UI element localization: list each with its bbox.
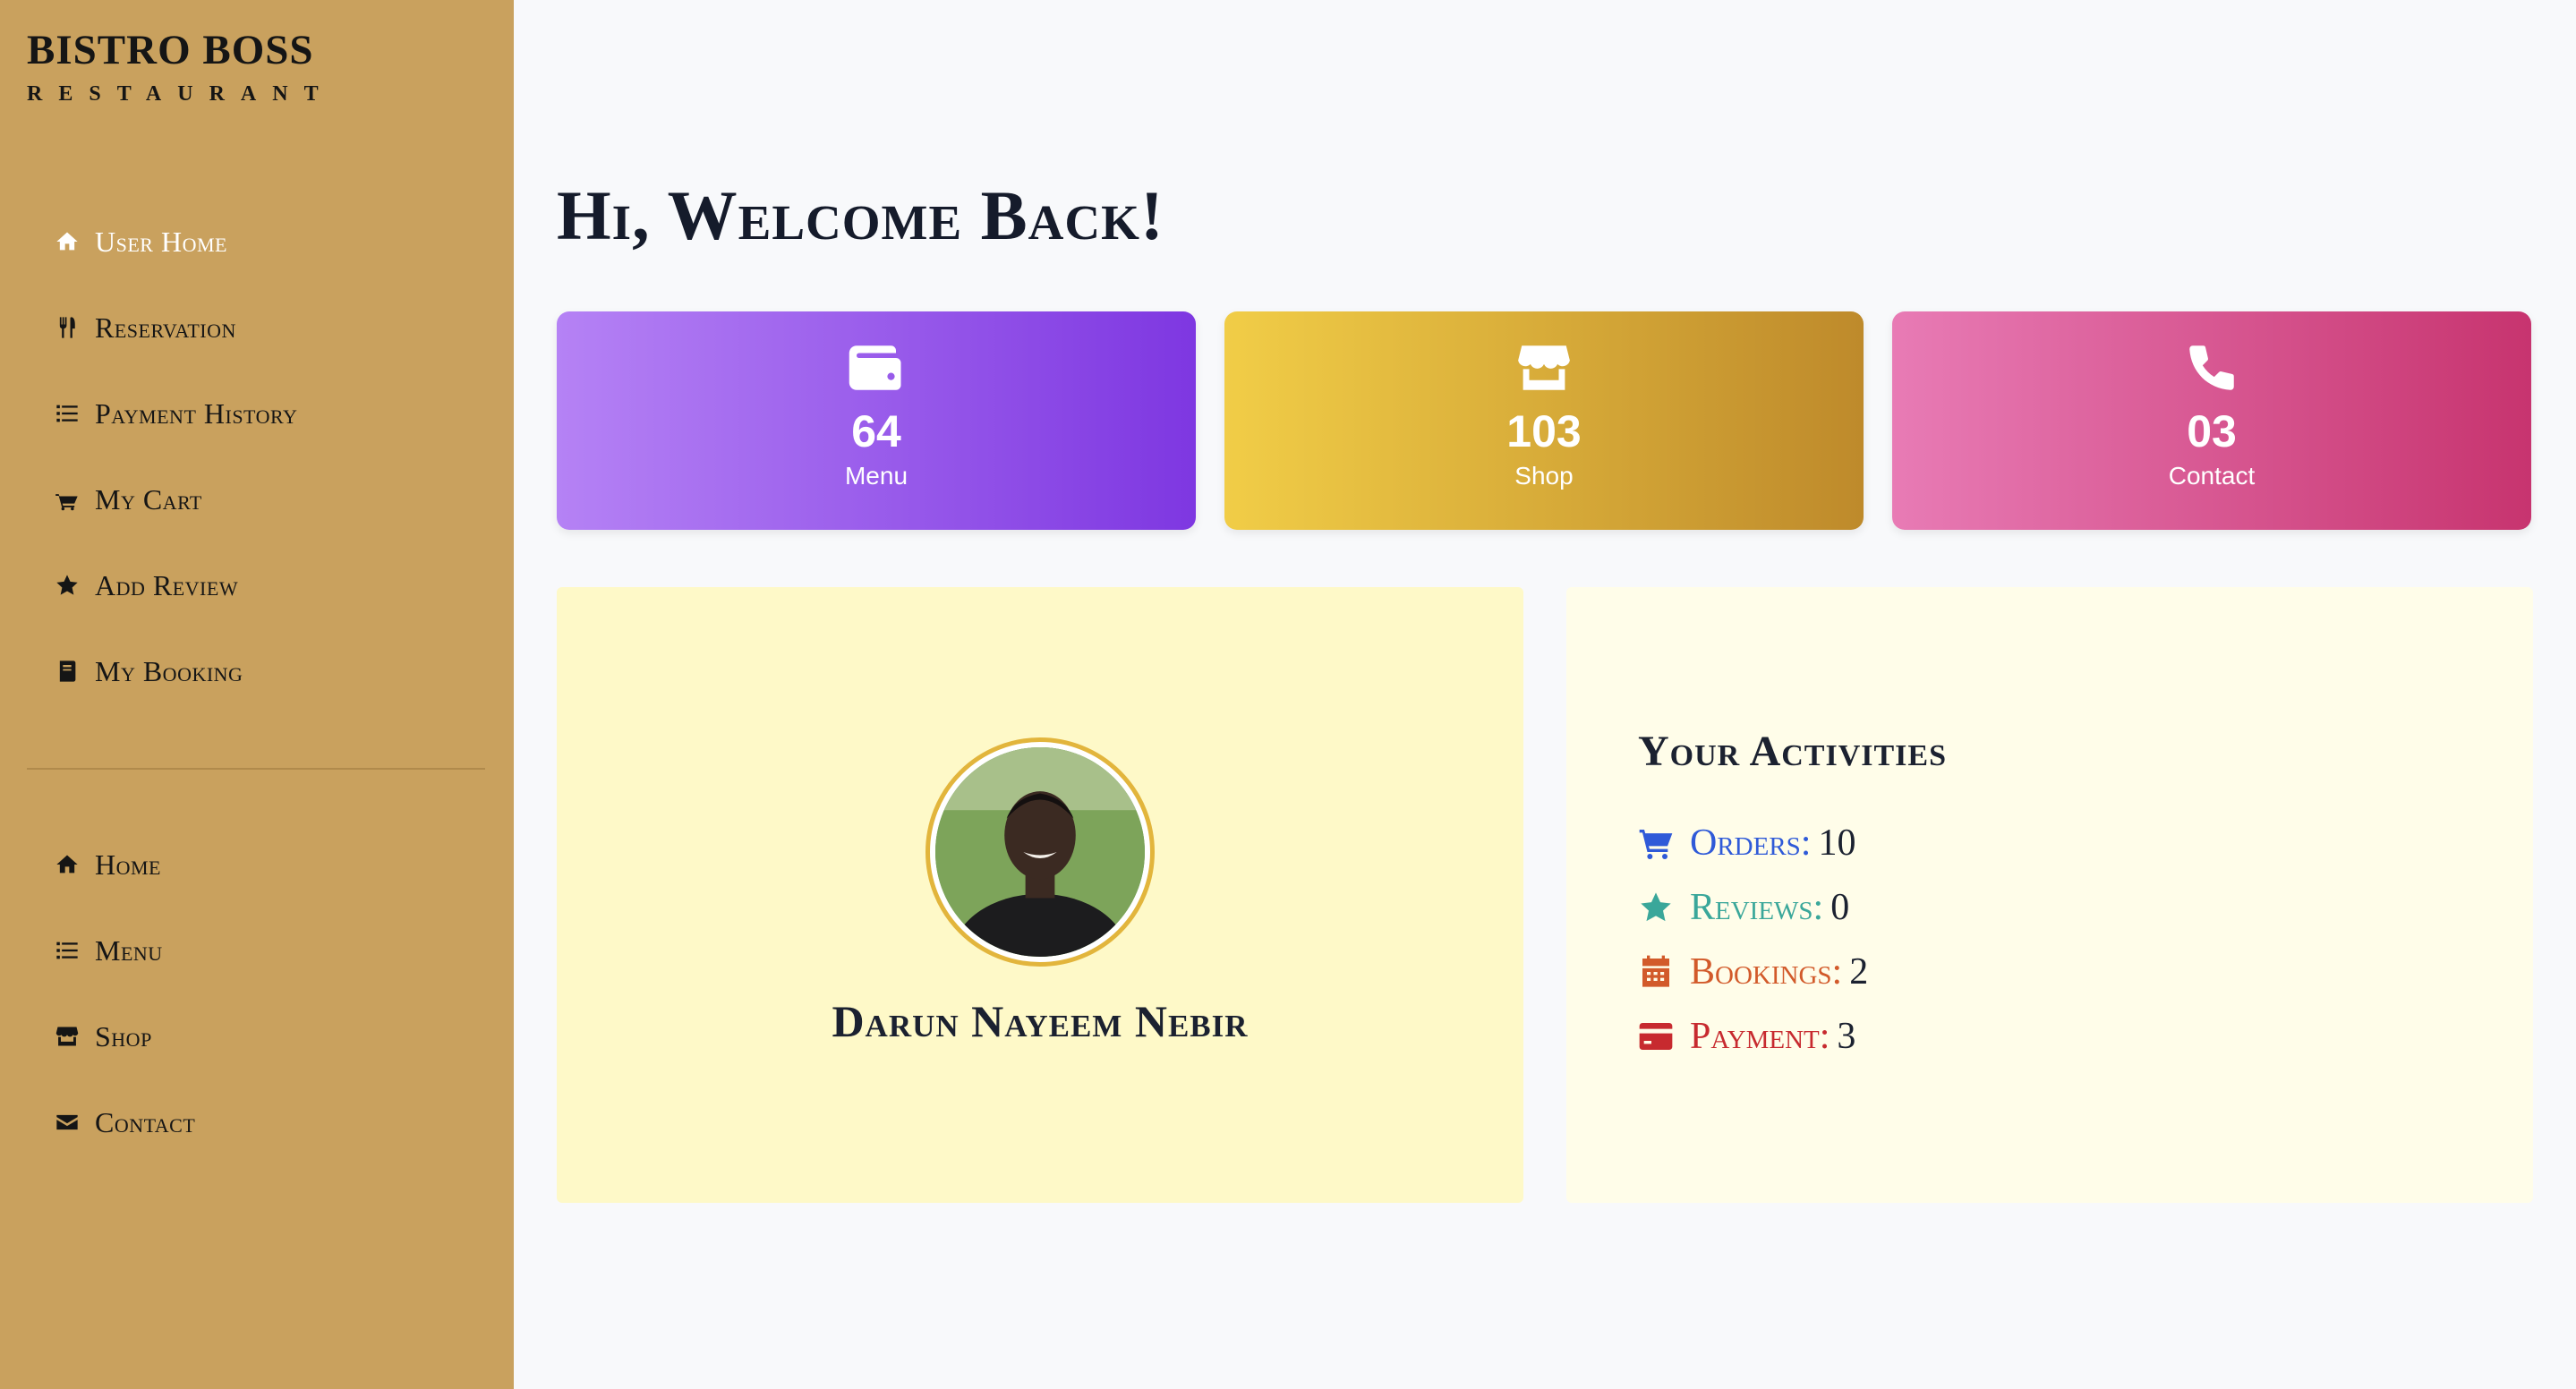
- activity-bookings: Bookings: 2: [1638, 940, 1868, 1004]
- book-icon: [54, 658, 81, 685]
- page-title: Hi, Welcome Back!: [557, 176, 1164, 254]
- stat-card-contact[interactable]: 03 Contact: [1892, 311, 2531, 530]
- sidebar-item-label: Contact: [95, 1105, 196, 1138]
- activity-label: Orders:: [1690, 822, 1812, 864]
- sidebar-item-contact[interactable]: Contact: [0, 1079, 514, 1165]
- home-icon: [54, 851, 81, 878]
- star-icon: [54, 572, 81, 599]
- sidebar-item-add-review[interactable]: Add Review: [0, 542, 514, 628]
- wallet-icon: [847, 338, 906, 397]
- home-icon: [54, 228, 81, 255]
- sidebar-item-payment-history[interactable]: Payment History: [0, 371, 514, 456]
- site-nav: Home Menu Shop Contact: [0, 822, 514, 1165]
- activities-card: Your Activities Orders: 10 Reviews: 0 Bo…: [1566, 587, 2533, 1203]
- stat-label: Contact: [2168, 462, 2256, 490]
- sidebar-item-label: Add Review: [95, 568, 239, 601]
- utensils-icon: [54, 314, 81, 341]
- activities-title: Your Activities: [1638, 728, 1947, 775]
- activity-payment: Payment: 3: [1638, 1004, 1868, 1069]
- stat-value: 103: [1506, 406, 1582, 456]
- activities-list: Orders: 10 Reviews: 0 Bookings: 2 Paymen…: [1638, 811, 1868, 1069]
- profile-name: Darun Nayeem Nebir: [832, 996, 1249, 1046]
- sidebar-item-my-cart[interactable]: My Cart: [0, 456, 514, 542]
- envelope-icon: [54, 1109, 81, 1136]
- activity-value: 10: [1818, 822, 1856, 864]
- activity-value: 2: [1849, 951, 1869, 993]
- sidebar-item-menu[interactable]: Menu: [0, 908, 514, 993]
- stat-value: 03: [2187, 406, 2237, 456]
- activity-reviews: Reviews: 0: [1638, 875, 1868, 940]
- sidebar-item-reservation[interactable]: Reservation: [0, 285, 514, 371]
- activity-label: Payment:: [1690, 1016, 1830, 1057]
- sidebar-item-user-home[interactable]: User Home: [0, 199, 514, 285]
- stat-value: 64: [851, 406, 901, 456]
- cart-icon: [1639, 830, 1673, 859]
- calendar-icon: [1642, 955, 1669, 987]
- stat-label: Shop: [1514, 462, 1574, 490]
- user-nav: User Home Reservation Payment History My…: [0, 199, 514, 714]
- cart-icon: [54, 486, 81, 513]
- sidebar-item-label: Reservation: [95, 311, 236, 344]
- brand-logo[interactable]: BISTRO BOSS Restaurant: [27, 25, 335, 107]
- sidebar-item-label: Payment History: [95, 396, 298, 430]
- sidebar-item-label: Shop: [95, 1019, 152, 1052]
- brand-title: BISTRO BOSS: [27, 27, 314, 73]
- activity-label: Reviews:: [1690, 887, 1824, 928]
- sidebar-item-label: Menu: [95, 933, 163, 967]
- list-icon: [54, 937, 81, 964]
- sidebar-item-shop[interactable]: Shop: [0, 993, 514, 1079]
- activity-label: Bookings:: [1690, 951, 1843, 993]
- activity-value: 0: [1830, 887, 1850, 928]
- avatar: [925, 737, 1155, 967]
- profile-card: Darun Nayeem Nebir: [557, 587, 1523, 1203]
- sidebar-item-home[interactable]: Home: [0, 822, 514, 908]
- sidebar-divider: [27, 768, 485, 770]
- credit-card-icon: [1639, 1023, 1673, 1050]
- sidebar-item-label: My Cart: [95, 482, 202, 516]
- phone-icon: [2182, 338, 2241, 397]
- sidebar-item-label: User Home: [95, 225, 227, 258]
- store-icon: [1514, 338, 1574, 397]
- activity-orders: Orders: 10: [1638, 811, 1868, 875]
- store-icon: [54, 1023, 81, 1050]
- star-icon: [1641, 892, 1671, 922]
- sidebar-item-label: My Booking: [95, 654, 243, 687]
- sidebar-item-label: Home: [95, 848, 161, 881]
- sidebar: BISTRO BOSS Restaurant User Home Reserva…: [0, 0, 514, 1389]
- activity-value: 3: [1837, 1016, 1856, 1057]
- stat-card-menu[interactable]: 64 Menu: [557, 311, 1196, 530]
- stat-label: Menu: [844, 462, 908, 490]
- list-icon: [54, 400, 81, 427]
- stat-card-shop[interactable]: 103 Shop: [1224, 311, 1864, 530]
- brand-subtitle: Restaurant: [27, 82, 335, 106]
- sidebar-item-my-booking[interactable]: My Booking: [0, 628, 514, 714]
